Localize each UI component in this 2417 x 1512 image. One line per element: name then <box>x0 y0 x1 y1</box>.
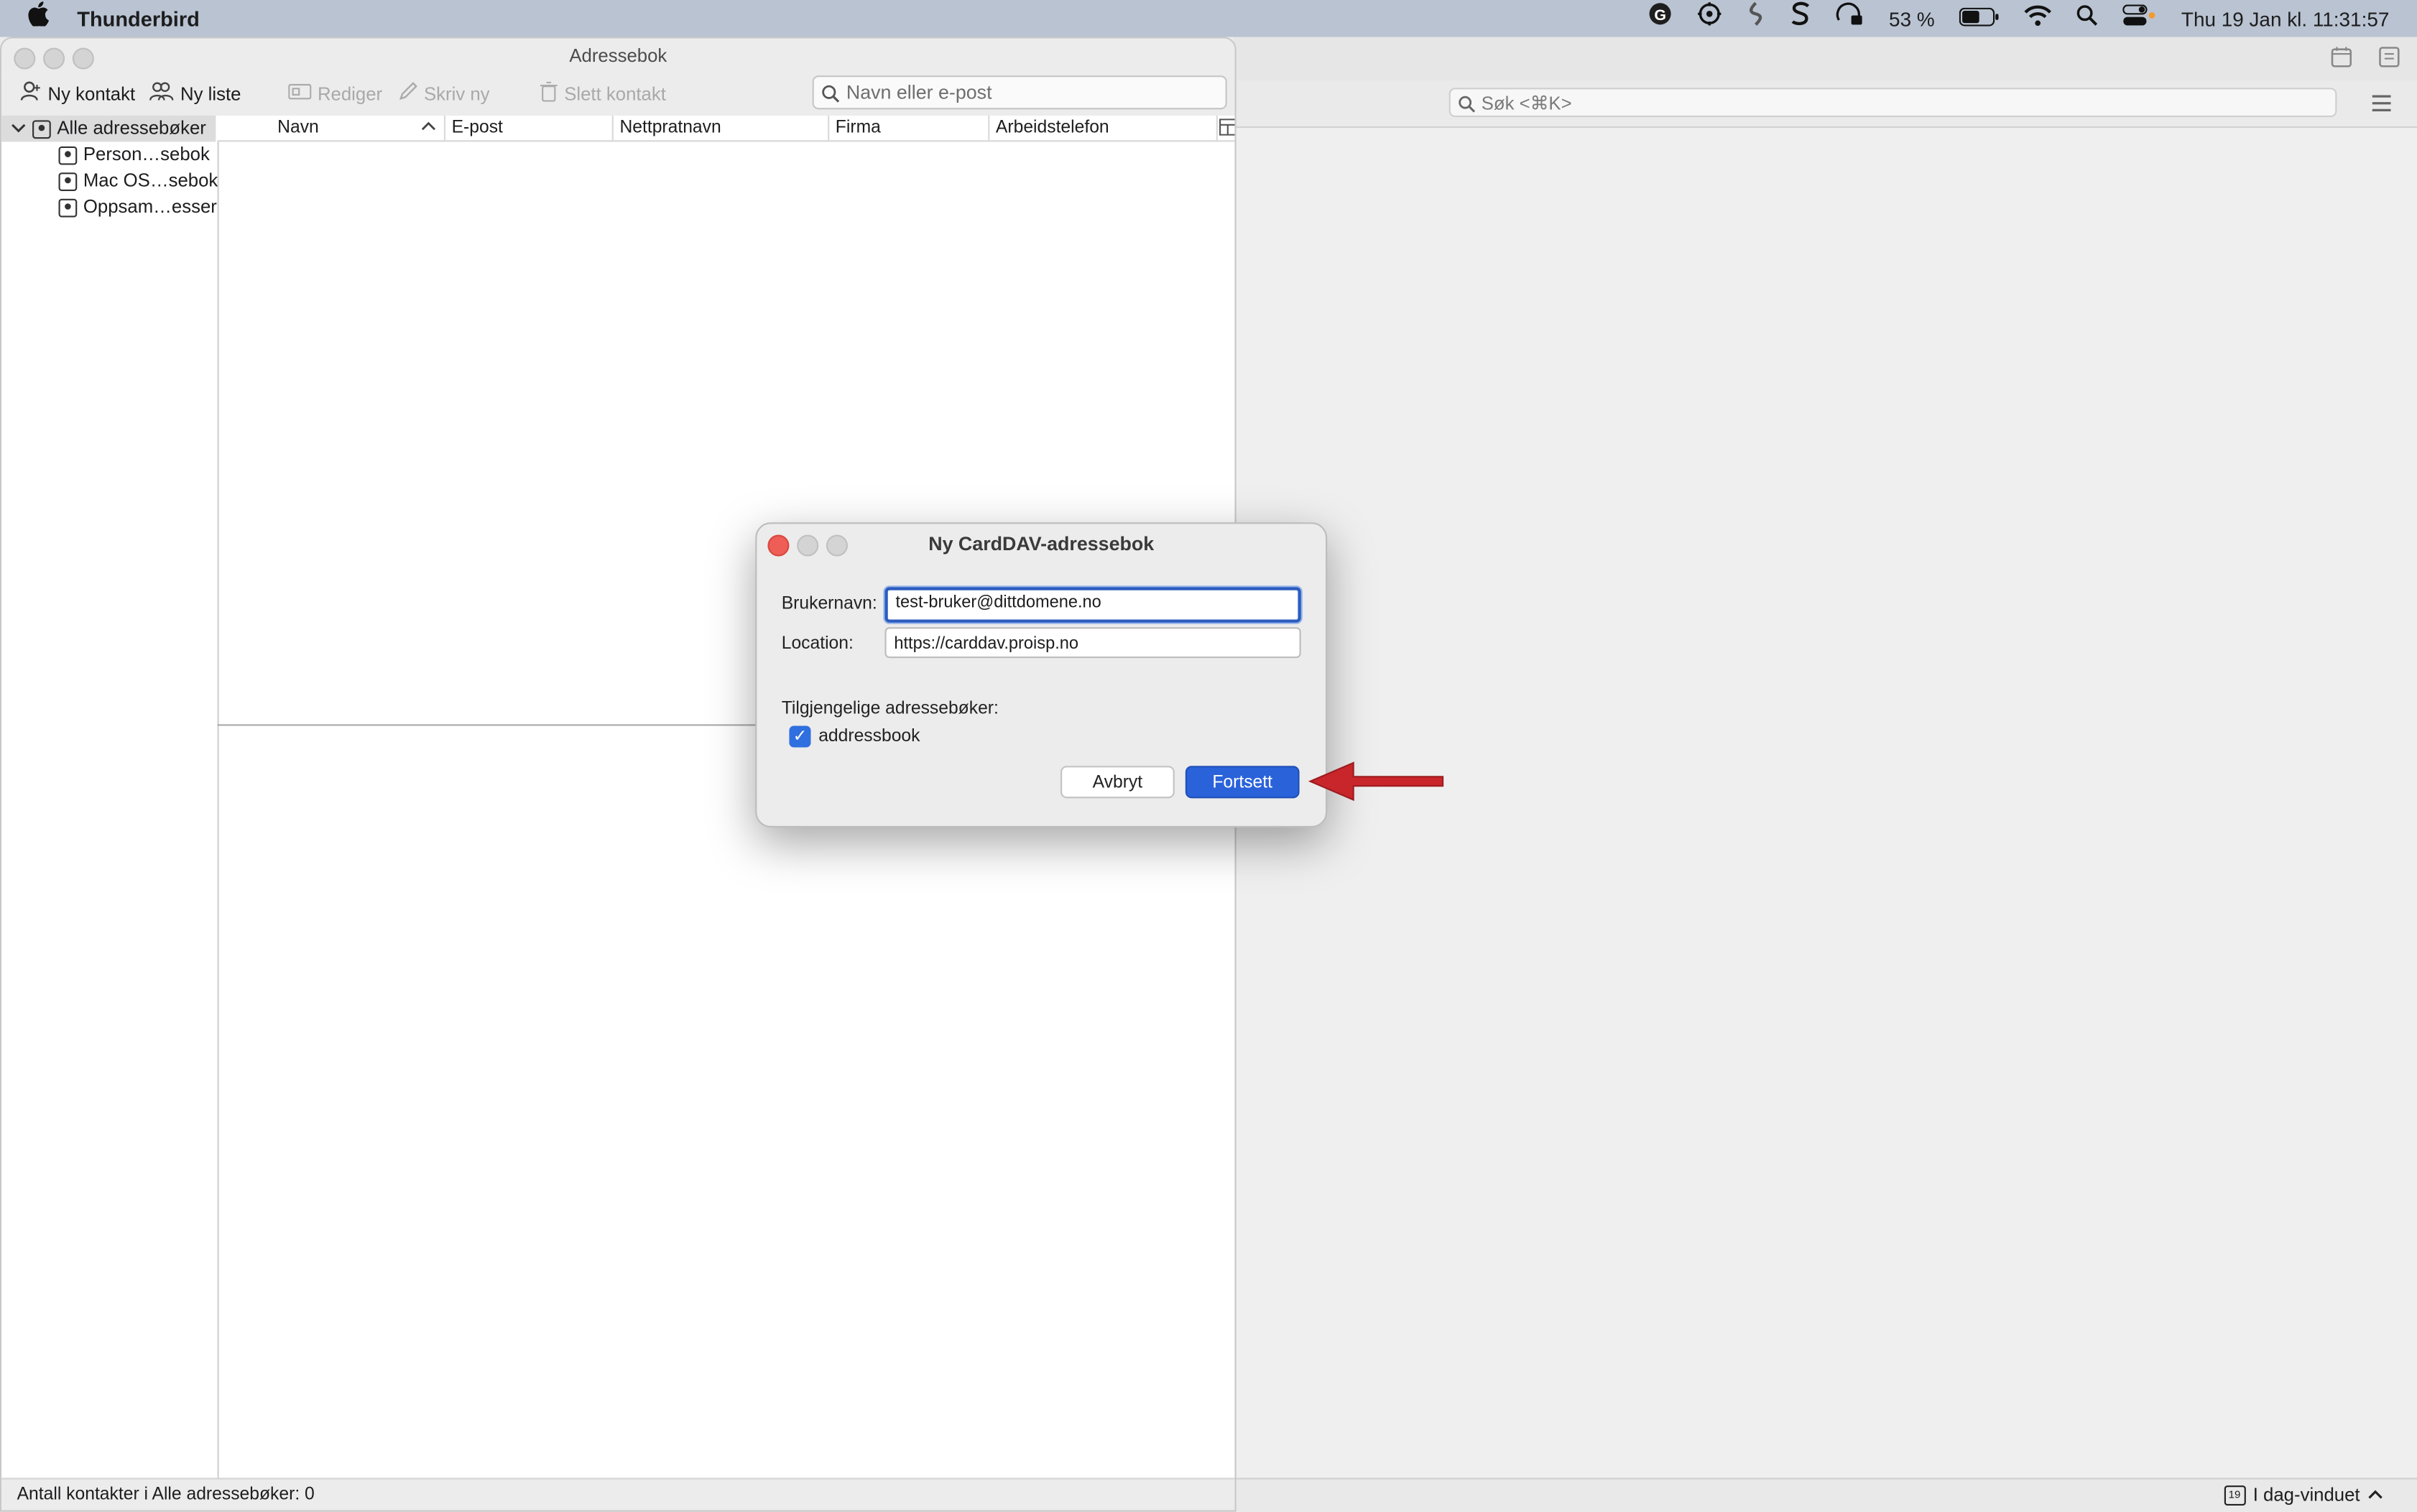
edit-label: Rediger <box>317 83 383 105</box>
main-toolbar: Søk <⌘K> <box>1233 80 2417 129</box>
addressbook-checkbox[interactable]: ✓ <box>789 725 811 748</box>
contacts-column-header: Navn E-post Nettpratnavn Firma Arbeidste… <box>217 115 1235 142</box>
annotation-arrow-icon <box>1307 755 1448 815</box>
vpn-lock-icon[interactable] <box>1836 0 1864 37</box>
dialog-title: Ny CardDAV-adressebok <box>928 533 1155 555</box>
window-title: Adressebok <box>569 45 667 67</box>
column-picker-icon[interactable] <box>1219 119 1235 140</box>
battery-percent: 53 % <box>1889 6 1935 30</box>
wifi-icon[interactable] <box>2024 0 2052 37</box>
new-contact-button[interactable]: Ny kontakt <box>20 80 136 108</box>
carddav-dialog: Ny CardDAV-adressebok Brukernavn: test-b… <box>755 522 1328 828</box>
address-book-icon <box>58 145 78 164</box>
new-list-label: Ny liste <box>180 83 241 105</box>
sidebar-item-label: Mac OS…sebok <box>83 169 218 192</box>
spotlight-search-icon[interactable] <box>2076 0 2098 37</box>
write-label: Skriv ny <box>423 83 490 105</box>
global-search-input[interactable]: Søk <⌘K> <box>1448 88 2337 118</box>
sort-ascending-icon <box>421 116 436 140</box>
pencil-icon <box>398 81 418 107</box>
edit-card-icon <box>288 82 312 106</box>
search-icon <box>821 77 840 112</box>
column-company[interactable]: Firma <box>829 115 990 141</box>
menu-bar: Thunderbird G 53 % Thu 19 Jan kl. 11:31:… <box>0 0 2417 37</box>
calendar-day-icon: 19 <box>2223 1485 2246 1505</box>
column-workphone[interactable]: Arbeidstelefon <box>989 115 1218 141</box>
address-book-toolbar: Ny kontakt Ny liste Rediger Skriv ny Sle… <box>1 72 1235 118</box>
column-label: Navn <box>277 119 319 137</box>
address-book-icon <box>58 198 78 217</box>
address-book-icon <box>58 172 78 190</box>
bitbar-icon[interactable] <box>1747 0 1766 37</box>
address-book-titlebar: Adressebok <box>1 38 1235 73</box>
chevron-down-icon[interactable] <box>11 116 26 142</box>
chevron-up-icon <box>2367 1484 2383 1506</box>
location-label: Location: <box>781 634 854 654</box>
grammarly-icon[interactable]: G <box>1648 0 1673 37</box>
addressbook-name: addressbook <box>818 727 920 746</box>
close-window-button[interactable] <box>14 47 36 70</box>
address-book-sidebar: Alle adressebøker Person…sebok Mac OS…se… <box>1 115 219 1481</box>
location-field[interactable]: https://carddav.proisp.no <box>884 627 1301 659</box>
close-dialog-button[interactable] <box>767 534 790 557</box>
column-email[interactable]: E-post <box>445 115 614 141</box>
sidebar-item-label: Oppsam…esser <box>83 195 217 218</box>
write-button[interactable]: Skriv ny <box>398 81 490 107</box>
minimize-window-button[interactable] <box>43 47 65 70</box>
sidebar-item-personal[interactable]: Person…sebok <box>58 142 210 167</box>
edit-button[interactable]: Rediger <box>288 82 382 106</box>
location-value: https://carddav.proisp.no <box>894 634 1079 654</box>
add-group-icon <box>149 80 174 108</box>
new-contact-label: Ny kontakt <box>47 83 136 105</box>
continue-button[interactable]: Fortsett <box>1185 766 1300 799</box>
username-label: Brukernavn: <box>781 595 877 613</box>
calendar-icon[interactable] <box>2331 46 2352 75</box>
sidebar-root-label: Alle adressebøker <box>57 117 206 139</box>
add-person-icon <box>20 80 42 108</box>
dialog-titlebar: Ny CardDAV-adressebok <box>757 524 1326 564</box>
global-search-placeholder: Søk <⌘K> <box>1481 92 1572 114</box>
column-label: E-post <box>451 119 503 137</box>
today-pane-label: I dag-vinduet <box>2252 1484 2360 1506</box>
control-center-icon[interactable] <box>2122 0 2156 37</box>
address-book-icon <box>32 119 51 139</box>
sidebar-item-all-addressbooks[interactable]: Alle adressebøker <box>1 115 216 142</box>
search-placeholder: Navn eller e-post <box>846 81 992 103</box>
address-book-status-bar: Antall kontakter i Alle adressebøker: 0 <box>1 1478 1235 1511</box>
sidebar-item-label: Person…sebok <box>83 143 210 165</box>
username-field[interactable]: test-bruker@dittdomene.no <box>884 587 1301 623</box>
menubar-clock[interactable]: Thu 19 Jan kl. 11:31:57 <box>2181 7 2389 30</box>
delete-contact-label: Slett kontakt <box>564 83 666 105</box>
new-list-button[interactable]: Ny liste <box>149 82 241 106</box>
cancel-button[interactable]: Avbryt <box>1060 766 1175 799</box>
main-status-bar: 19 I dag-vinduet <box>1233 1478 2417 1512</box>
scrivener-icon[interactable] <box>1790 0 1812 37</box>
app-name[interactable]: Thunderbird <box>77 7 200 30</box>
today-pane-toggle[interactable]: 19 I dag-vinduet <box>2223 1484 2383 1506</box>
steam-icon[interactable] <box>1698 0 1722 37</box>
address-book-search-input[interactable]: Navn eller e-post <box>812 75 1227 112</box>
sidebar-item-macos[interactable]: Mac OS…sebok <box>58 168 218 194</box>
battery-icon[interactable] <box>1959 0 2000 37</box>
sidebar-item-collected[interactable]: Oppsam…esser <box>58 194 217 220</box>
delete-contact-button[interactable]: Slett kontakt <box>540 80 666 107</box>
column-label: Arbeidstelefon <box>995 119 1109 137</box>
hamburger-menu-icon[interactable] <box>2371 93 2393 121</box>
contact-count: Antall kontakter i Alle adressebøker: 0 <box>17 1485 315 1504</box>
main-titlebar <box>1233 37 2417 82</box>
zoom-window-button[interactable] <box>72 47 94 70</box>
column-chatname[interactable]: Nettpratnavn <box>614 115 830 141</box>
minimize-dialog-button <box>797 534 819 557</box>
trash-icon <box>540 80 558 107</box>
tasks-icon[interactable] <box>2378 46 2400 75</box>
search-icon <box>1459 89 1476 121</box>
available-addressbooks-label: Tilgjengelige adressebøker: <box>781 700 999 718</box>
column-label: Firma <box>835 119 881 137</box>
zoom-dialog-button <box>826 534 848 557</box>
column-label: Nettpratnavn <box>619 119 721 137</box>
username-value: test-bruker@dittdomene.no <box>895 593 1101 612</box>
svg-text:G: G <box>1655 6 1667 24</box>
column-name[interactable]: Navn <box>218 115 446 141</box>
apple-icon[interactable] <box>28 0 50 37</box>
